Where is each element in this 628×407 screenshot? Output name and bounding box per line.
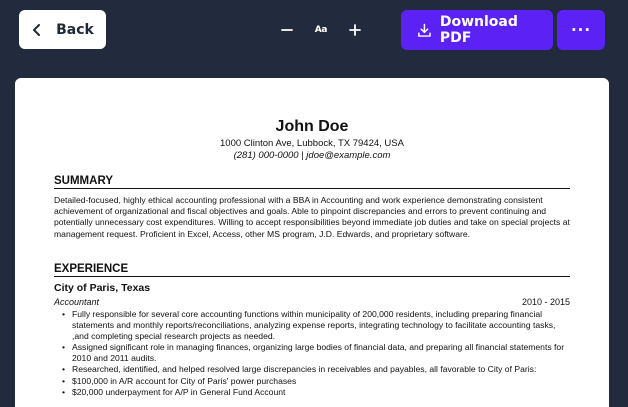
list-item: Fully responsible for several core accou… (54, 309, 570, 342)
resume-preview: John Doe 1000 Clinton Ave, Lubbock, TX 7… (15, 78, 609, 407)
chevron-left-icon (33, 23, 41, 36)
list-item: Assigned significant role in managing fi… (54, 342, 570, 364)
list-item: Researched, identified, and helped resol… (54, 364, 570, 375)
summary-text: Detailed-focused, highly ethical account… (54, 195, 570, 239)
download-icon (418, 23, 431, 37)
back-label: Back (56, 21, 94, 38)
list-item: $100,000 in A/R account for City of Pari… (54, 376, 570, 387)
top-toolbar: Back Aa Download PDF ··· (0, 0, 628, 62)
experience-heading: EXPERIENCE (54, 262, 570, 277)
resume-address: 1000 Clinton Ave, Lubbock, TX 79424, USA (220, 138, 404, 149)
zoom-in-button[interactable] (344, 18, 366, 42)
plus-icon (349, 24, 361, 36)
ellipsis-icon: ··· (570, 21, 592, 39)
resume-contact: (281) 000-0000 | jdoe@example.com (233, 150, 391, 161)
summary-heading: SUMMARY (54, 174, 570, 189)
download-label: Download PDF (439, 14, 518, 46)
font-size-icon: Aa (314, 25, 328, 35)
resume-name: John Doe (275, 118, 349, 135)
zoom-out-button[interactable] (276, 18, 298, 42)
font-size-control: Aa (276, 18, 366, 42)
more-options-button[interactable]: ··· (557, 10, 605, 50)
job-dates: 2010 - 2015 (521, 297, 570, 307)
list-item: $20,000 underpayment for A/P in General … (54, 387, 570, 398)
job-role: Accountant (54, 297, 100, 307)
download-pdf-button[interactable]: Download PDF (401, 10, 553, 50)
job-employer: City of Paris, Texas (54, 282, 151, 294)
back-button[interactable]: Back (19, 10, 106, 49)
job-bullets: Fully responsible for several core accou… (54, 309, 570, 398)
minus-icon (281, 29, 293, 31)
